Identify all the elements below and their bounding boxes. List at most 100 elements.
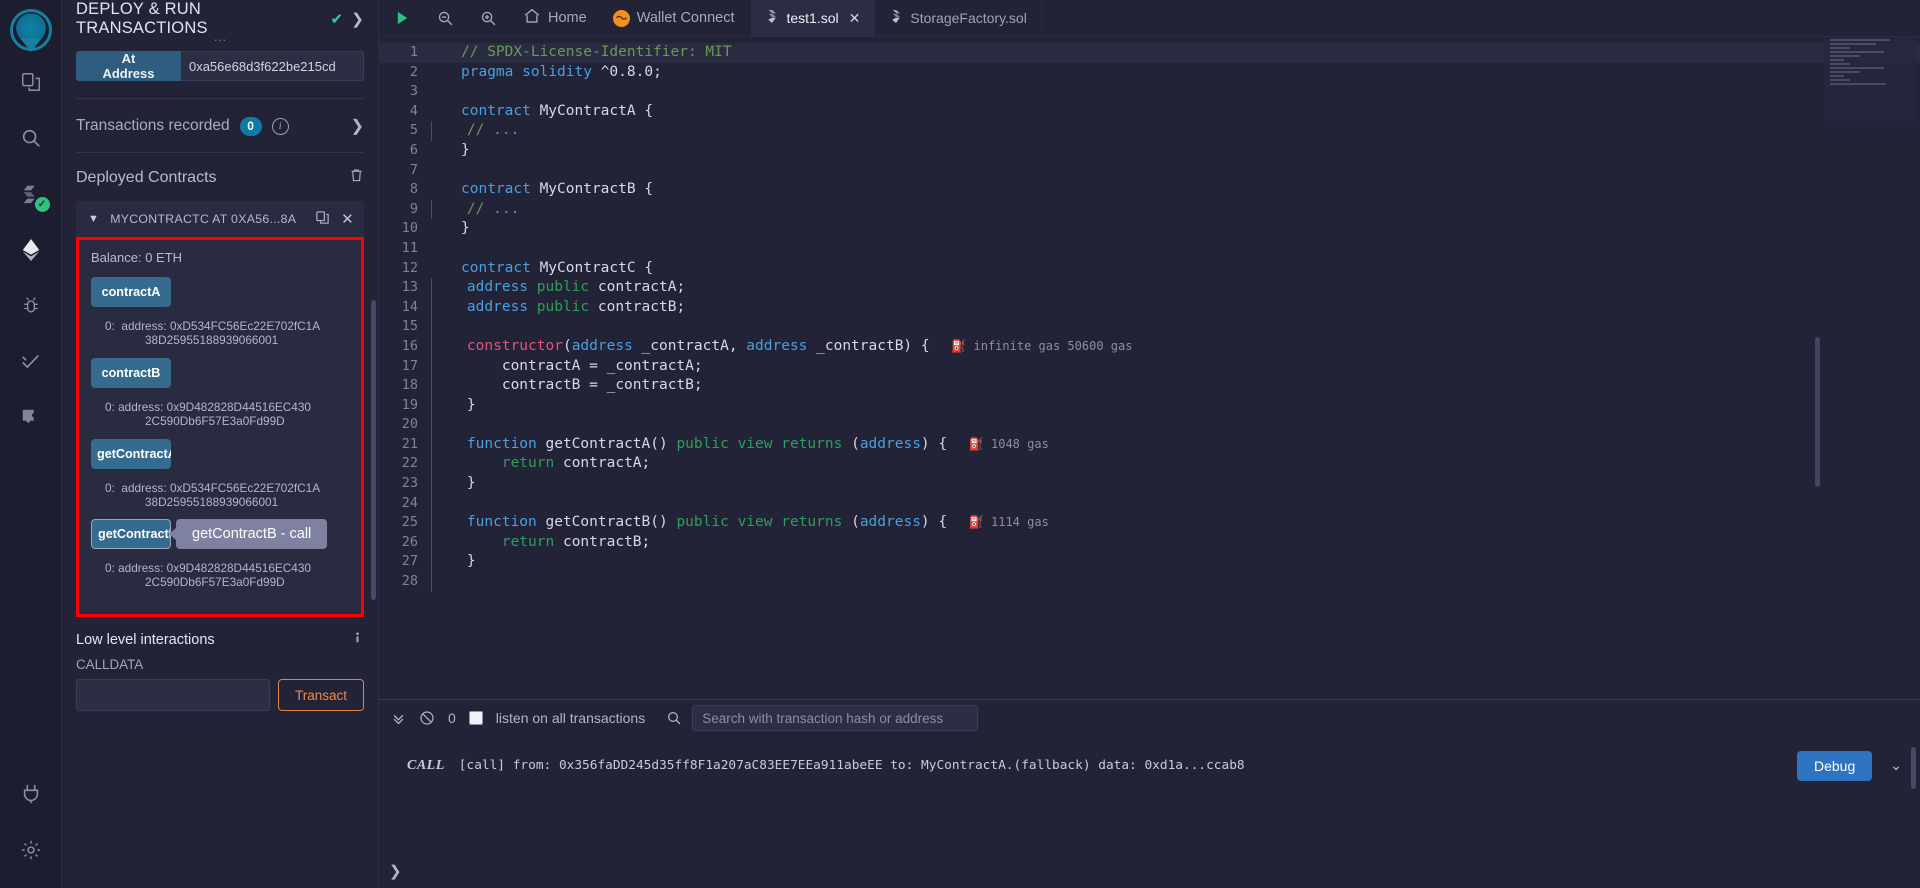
wallet-connect-tab[interactable]: Wallet Connect xyxy=(600,0,748,37)
info-icon[interactable]: i xyxy=(271,117,289,135)
calldata-input[interactable] xyxy=(76,679,270,712)
function-button-contractB[interactable]: contractB xyxy=(91,357,171,388)
listen-checkbox[interactable] xyxy=(468,711,483,726)
line-number: 1 xyxy=(409,44,418,60)
line-number: 6 xyxy=(409,141,418,158)
chevron-down-icon[interactable]: ⌄ xyxy=(1886,757,1902,774)
zoom-out-button[interactable] xyxy=(424,0,467,37)
terminal-prompt-caret-icon[interactable]: ❯ xyxy=(389,862,402,880)
terminal-log-row: CALL [call] from: 0x356faDD245d35ff8F1a2… xyxy=(379,737,1920,781)
line-code: } xyxy=(431,474,476,494)
wallet-connect-icon xyxy=(612,9,630,27)
line-code: } xyxy=(431,552,476,573)
function-result-contractB: 0: address: 0x9D482828D44516EC430 2C590D… xyxy=(91,392,349,439)
deployed-contract-header[interactable]: ▼ MYCONTRACTC AT 0XA56...8A ✕ xyxy=(76,201,364,237)
result-value-line2: 38D25955188939066001 xyxy=(145,494,279,509)
editor-line: 12 contract MyContractC { xyxy=(379,259,1920,279)
editor-line: 10} xyxy=(379,219,1920,239)
tab-storagefactory-sol[interactable]: StorageFactory.sol xyxy=(875,0,1042,37)
editor-line: 5 // ... xyxy=(379,121,1920,141)
clear-console-icon[interactable] xyxy=(419,710,435,726)
close-icon[interactable]: ✕ xyxy=(849,10,861,27)
function-result-getContractB: 0: address: 0x9D482828D44516EC430 2C590D… xyxy=(91,553,349,600)
line-code xyxy=(431,82,461,102)
file-explorer-icon[interactable] xyxy=(0,54,62,110)
editor-line: 2 pragma solidity ^0.8.0; xyxy=(379,63,1920,83)
line-number: 9 xyxy=(409,200,418,217)
line-code: pragma solidity ^0.8.0; xyxy=(461,63,662,80)
run-script-button[interactable] xyxy=(379,0,424,37)
solidity-unit-testing-icon[interactable] xyxy=(0,334,62,390)
editor-line: 8 contract MyContractB { xyxy=(379,180,1920,200)
solidity-file-icon xyxy=(889,9,902,27)
at-address-input[interactable] xyxy=(180,51,364,81)
panel-expand-chevron-icon[interactable]: ❯ xyxy=(351,10,364,28)
editor-line: 25 function getContractB() public view r… xyxy=(379,513,1920,533)
collapse-terminal-icon[interactable] xyxy=(391,711,406,726)
copy-icon[interactable] xyxy=(315,210,330,228)
tab-test1-sol[interactable]: test1.sol ✕ xyxy=(751,0,876,37)
low-level-info-icon[interactable] xyxy=(351,631,364,648)
line-code xyxy=(431,415,432,435)
pending-transactions-count: 0 xyxy=(448,710,456,727)
result-value-line2: 2C590Db6F57E3a0Fd99D xyxy=(145,413,285,428)
function-button-getContractA[interactable]: getContractA xyxy=(91,438,171,469)
zoom-in-button[interactable] xyxy=(467,0,510,37)
solidity-compiler-icon[interactable]: ✓ xyxy=(0,166,62,222)
editor-minimap[interactable] xyxy=(1824,37,1916,121)
result-value-line1: 0xD534FC56Ec22E702fC1A xyxy=(169,480,321,495)
terminal-search-input[interactable] xyxy=(692,705,979,732)
function-button-contractA[interactable]: contractA xyxy=(91,277,171,307)
line-code: // ... xyxy=(431,121,519,141)
search-icon[interactable] xyxy=(666,710,682,726)
editor-scrollbar[interactable] xyxy=(1815,337,1820,487)
home-tab[interactable]: Home xyxy=(510,0,600,37)
transact-button[interactable]: Transact xyxy=(278,679,364,712)
calldata-row: Transact xyxy=(76,679,364,712)
editor-line: 13 address public contractA; xyxy=(379,278,1920,298)
remixd-plug-icon[interactable] xyxy=(0,766,62,822)
panel-scrollbar[interactable] xyxy=(371,300,376,600)
deployed-contracts-header: Deployed Contracts xyxy=(76,153,364,201)
settings-gear-icon[interactable] xyxy=(0,822,62,878)
line-code: contractB = _contractB; xyxy=(431,376,703,396)
result-type: address: xyxy=(121,480,167,495)
editor-line: 21 function getContractA() public view r… xyxy=(379,434,1920,455)
close-icon[interactable]: ✕ xyxy=(341,210,354,228)
code-editor[interactable]: 1 // SPDX-License-Identifier: MIT 2 pragma … xyxy=(379,37,1920,699)
terminal-scrollbar[interactable] xyxy=(1911,746,1916,789)
debug-button[interactable]: Debug xyxy=(1797,750,1873,781)
panel-body: ··· At Address Transactions recorded 0 i… xyxy=(62,33,378,712)
transactions-expand-chevron-icon[interactable]: ❯ xyxy=(351,116,364,136)
line-code xyxy=(431,572,432,592)
at-address-button[interactable]: At Address xyxy=(76,51,181,81)
deploy-run-icon[interactable] xyxy=(0,222,62,278)
transactions-recorded-label: Transactions recorded xyxy=(76,117,230,134)
low-level-interactions: Low level interactions CALLDATA Transact xyxy=(76,617,364,712)
result-value-line1: 0xD534FC56Ec22E702fC1A xyxy=(169,319,321,333)
line-number: 14 xyxy=(401,298,418,315)
line-number: 24 xyxy=(401,494,418,511)
plugin-manager-icon[interactable] xyxy=(0,390,62,446)
terminal-search-group xyxy=(666,705,979,732)
chevron-down-icon[interactable]: ▼ xyxy=(88,213,99,225)
editor-line: 15 xyxy=(379,317,1920,337)
panel-check-icon: ✔ xyxy=(330,10,344,28)
debugger-icon[interactable] xyxy=(0,278,62,334)
function-row-contractB: contractB xyxy=(91,357,349,388)
trash-icon[interactable] xyxy=(349,167,364,188)
line-number: 13 xyxy=(401,279,418,296)
listen-label: listen on all transactions xyxy=(495,710,646,727)
result-value-line2: 38D25955188939066001 xyxy=(145,332,279,347)
contract-functions-region: Balance: 0 ETH contractA 0: address: 0xD… xyxy=(76,237,364,618)
editor-lines[interactable]: 1 // SPDX-License-Identifier: MIT 2 pragma … xyxy=(379,37,1920,592)
editor-line: 14 address public contractB; xyxy=(379,297,1920,318)
search-icon[interactable] xyxy=(0,110,62,166)
function-button-getContractB[interactable]: getContractB xyxy=(91,519,171,550)
line-number: 2 xyxy=(409,63,418,80)
home-tab-label: Home xyxy=(548,10,587,26)
line-code: contract MyContractC { xyxy=(461,259,654,276)
editor-line: 27 } xyxy=(379,552,1920,573)
deploy-run-panel: DEPLOY & RUN TRANSACTIONS ✔ ❯ ··· At Add… xyxy=(62,0,379,888)
deployed-contracts-label: Deployed Contracts xyxy=(76,168,217,186)
